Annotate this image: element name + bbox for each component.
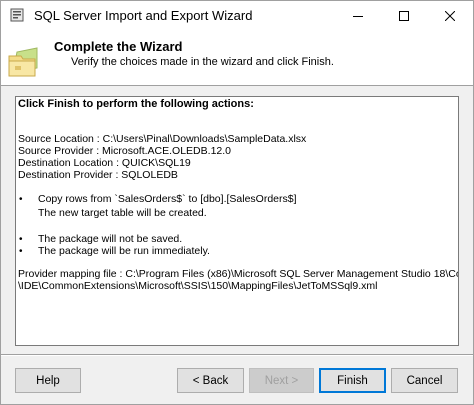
finish-button[interactable]: Finish: [319, 368, 386, 393]
bullet-icon: •: [19, 246, 23, 257]
wizard-folder-icon: [8, 47, 38, 77]
package-run-immediately: The package will be run immediately.: [38, 245, 210, 257]
provider-mapping-line-2: \IDE\CommonExtensions\Microsoft\SSIS\150…: [18, 280, 378, 292]
wizard-header: Complete the Wizard Verify the choices m…: [1, 30, 473, 86]
destination-provider: Destination Provider : SQLOLEDB: [18, 169, 178, 181]
close-button[interactable]: [427, 1, 473, 30]
maximize-button[interactable]: [381, 1, 427, 30]
wizard-app-icon: [10, 8, 24, 22]
new-table-note: The new target table will be created.: [38, 207, 207, 219]
maximize-icon: [399, 10, 409, 21]
provider-mapping-line-1: Provider mapping file : C:\Program Files…: [18, 268, 459, 280]
page-subtitle: Verify the choices made in the wizard an…: [71, 56, 334, 68]
source-provider: Source Provider : Microsoft.ACE.OLEDB.12…: [18, 145, 231, 157]
next-button[interactable]: Next >: [249, 368, 314, 393]
title-bar[interactable]: SQL Server Import and Export Wizard: [1, 1, 473, 30]
summary-heading: Click Finish to perform the following ac…: [18, 98, 254, 110]
copy-rows-action: Copy rows from `SalesOrders$` to [dbo].[…: [38, 193, 297, 205]
page-title: Complete the Wizard: [54, 39, 183, 54]
bullet-icon: •: [19, 194, 23, 205]
wizard-window: SQL Server Import and Export Wizard Comp…: [0, 0, 474, 405]
window-title: SQL Server Import and Export Wizard: [34, 8, 253, 23]
back-button[interactable]: < Back: [177, 368, 244, 393]
minimize-icon: [353, 15, 363, 17]
cancel-button[interactable]: Cancel: [391, 368, 458, 393]
destination-location: Destination Location : QUICK\SQL19: [18, 157, 191, 169]
summary-textbox[interactable]: Click Finish to perform the following ac…: [15, 96, 459, 346]
help-button[interactable]: Help: [15, 368, 81, 393]
close-icon: [445, 10, 455, 21]
minimize-button[interactable]: [335, 1, 381, 30]
footer-divider: [1, 354, 473, 356]
bullet-icon: •: [19, 234, 23, 245]
source-location: Source Location : C:\Users\Pinal\Downloa…: [18, 133, 307, 145]
package-not-saved: The package will not be saved.: [38, 233, 183, 245]
